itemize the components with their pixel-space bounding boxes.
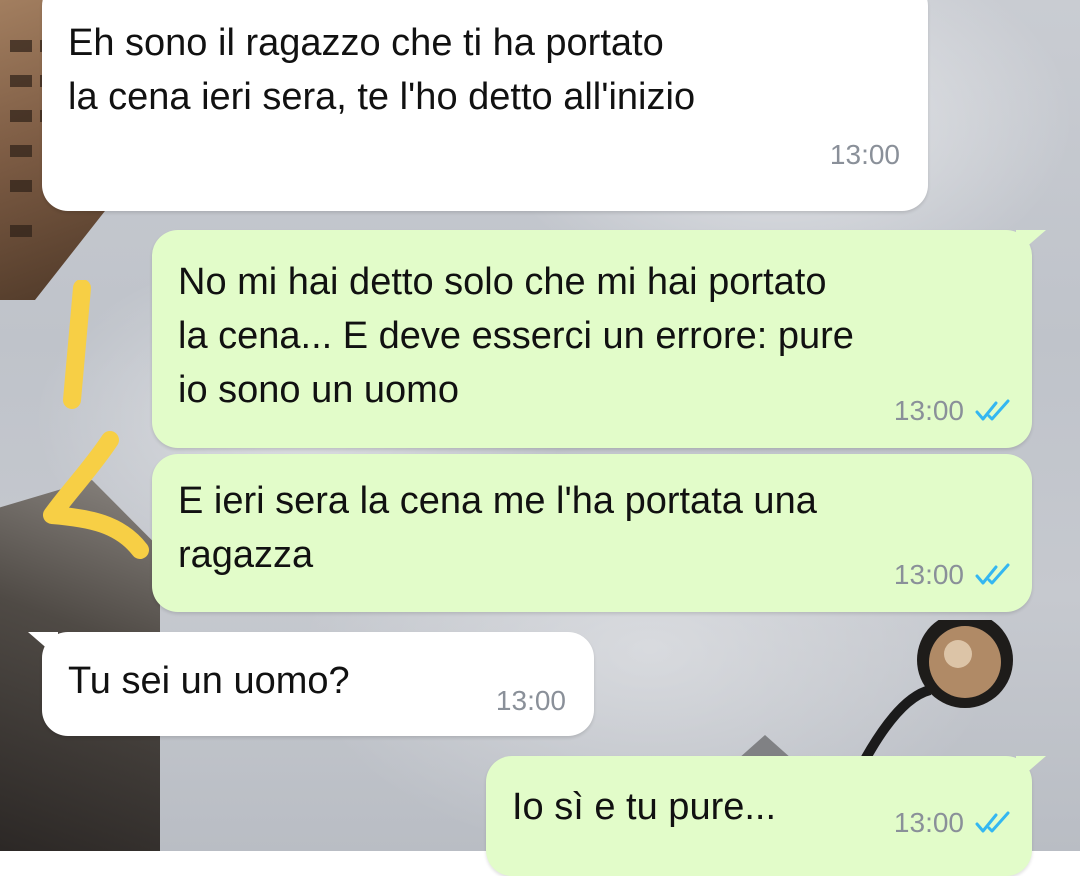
message-text: E ieri sera la cena me l'ha portata una … xyxy=(178,480,817,576)
message-timestamp: 13:00 xyxy=(893,395,964,426)
message-meta: 13:00 xyxy=(894,560,1016,590)
message-timestamp: 13:00 xyxy=(495,685,566,716)
message-outgoing[interactable]: Io sì e tu pure... 13:00 xyxy=(486,756,1046,876)
message-incoming[interactable]: Tu sei un uomo? 13:00 xyxy=(28,632,594,736)
double-check-read-icon xyxy=(975,399,1010,421)
message-text: Io sì e tu pure... xyxy=(512,786,777,828)
message-meta: 13:00 xyxy=(894,808,1016,838)
double-check-read-icon xyxy=(975,563,1010,585)
message-outgoing[interactable]: No mi hai detto solo che mi hai portato … xyxy=(152,230,1046,448)
message-text: Eh sono il ragazzo che ti ha portato la … xyxy=(68,22,696,118)
double-check-read-icon xyxy=(975,811,1010,833)
message-incoming[interactable]: Eh sono il ragazzo che ti ha portato la … xyxy=(42,0,928,211)
message-meta: 13:00 xyxy=(830,140,900,170)
message-meta: 13:00 xyxy=(496,686,566,716)
message-timestamp: 13:00 xyxy=(893,807,964,838)
message-text: Tu sei un uomo? xyxy=(68,660,350,702)
message-meta: 13:00 xyxy=(894,396,1016,426)
message-timestamp: 13:00 xyxy=(893,559,964,590)
message-outgoing[interactable]: E ieri sera la cena me l'ha portata una … xyxy=(152,454,1032,612)
message-timestamp: 13:00 xyxy=(829,139,900,170)
number-four-annotation-icon xyxy=(43,280,149,559)
message-text: No mi hai detto solo che mi hai portato … xyxy=(178,261,854,411)
